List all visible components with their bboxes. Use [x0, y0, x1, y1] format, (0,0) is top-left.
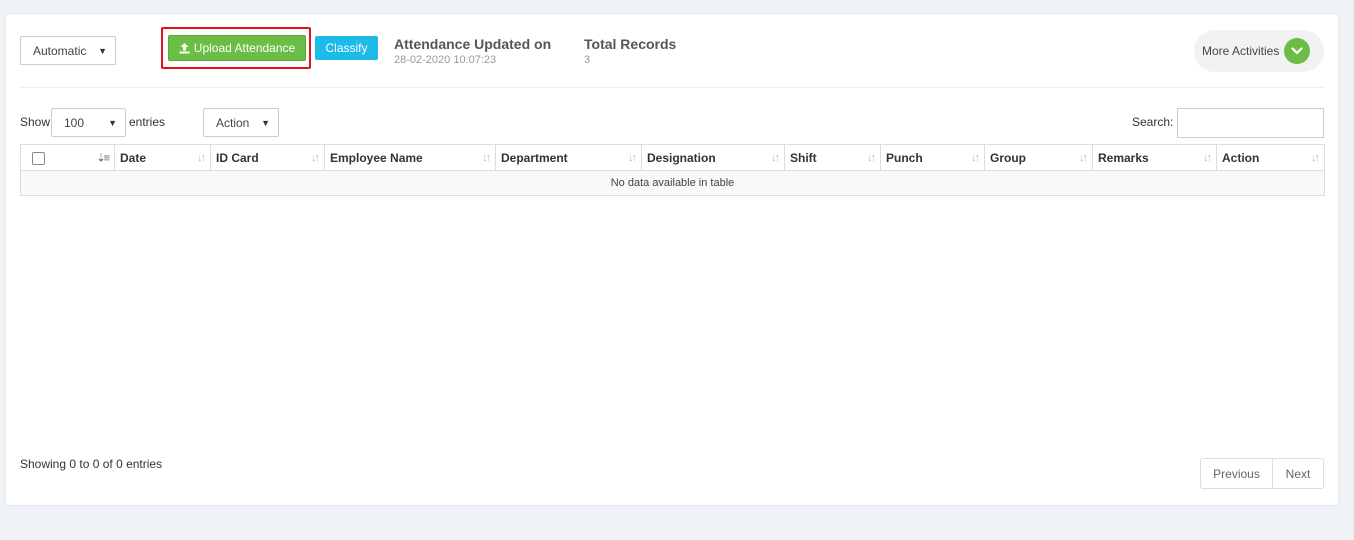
page-size-select[interactable]: 100 ▼ [51, 108, 126, 137]
select-all-header: ⇣≡ [20, 144, 115, 171]
sort-icon: ↓↑ [482, 151, 491, 164]
sort-icon: ↓↑ [1079, 151, 1088, 164]
show-label: Show [20, 115, 51, 129]
column-label: Designation [647, 150, 716, 165]
column-header-shift[interactable]: Shift ↓↑ [784, 144, 881, 171]
column-header-punch[interactable]: Punch ↓↑ [880, 144, 985, 171]
attendance-table: ⇣≡ Date ↓↑ ID Card ↓↑ Employee Name ↓↑ Depa… [20, 144, 1325, 196]
sort-icon: ↓↑ [628, 151, 637, 164]
column-label: Group [990, 150, 1026, 165]
column-label: Remarks [1098, 150, 1149, 165]
select-all-checkbox[interactable] [32, 151, 45, 165]
total-records-title: Total Records [584, 36, 677, 52]
sort-icon: ↓↑ [311, 151, 320, 164]
sort-icon: ↓↑ [971, 151, 980, 164]
search-label: Search: [1132, 115, 1174, 129]
column-header-id-card[interactable]: ID Card ↓↑ [210, 144, 325, 171]
mode-select-value: Automatic [33, 43, 87, 58]
previous-page-button[interactable]: Previous [1201, 459, 1273, 488]
bulk-action-value: Action [216, 115, 250, 130]
caret-down-icon: ▼ [98, 45, 107, 56]
upload-icon [179, 42, 190, 53]
column-header-department[interactable]: Department ↓↑ [495, 144, 642, 171]
sort-icon: ↓↑ [1311, 151, 1320, 164]
page-size-value: 100 [64, 115, 85, 130]
sort-icon[interactable]: ⇣≡ [96, 151, 110, 164]
next-page-button[interactable]: Next [1273, 459, 1323, 488]
classify-label: Classify [325, 41, 368, 55]
column-label: Punch [886, 150, 923, 165]
column-header-remarks[interactable]: Remarks ↓↑ [1092, 144, 1217, 171]
sort-icon: ↓↑ [1203, 151, 1212, 164]
column-header-designation[interactable]: Designation ↓↑ [641, 144, 785, 171]
upload-attendance-label: Upload Attendance [193, 41, 296, 55]
column-label: Employee Name [330, 150, 423, 165]
column-label: Action [1222, 150, 1260, 165]
total-records-value: 3 [584, 54, 591, 66]
column-header-group[interactable]: Group ↓↑ [984, 144, 1093, 171]
column-label: Date [120, 150, 147, 165]
attendance-updated-title: Attendance Updated on [394, 36, 552, 52]
table-info: Showing 0 to 0 of 0 entries [20, 457, 163, 471]
table-header-row: ⇣≡ Date ↓↑ ID Card ↓↑ Employee Name ↓↑ Depa… [20, 144, 1325, 171]
search-input[interactable] [1177, 108, 1324, 138]
pagination: Previous Next [1200, 458, 1324, 489]
sort-icon: ↓↑ [197, 151, 206, 164]
column-header-date[interactable]: Date ↓↑ [114, 144, 211, 171]
mode-select[interactable]: Automatic ▼ [20, 36, 116, 65]
sort-icon: ↓↑ [867, 151, 876, 164]
column-label: ID Card [216, 150, 259, 165]
caret-down-icon: ▼ [108, 117, 117, 128]
classify-button[interactable]: Classify [315, 36, 378, 60]
more-activities-label: More Activities [1202, 44, 1280, 58]
upload-attendance-button[interactable]: Upload Attendance [168, 35, 306, 61]
column-label: Shift [790, 150, 817, 165]
column-header-action[interactable]: Action ↓↑ [1216, 144, 1325, 171]
chevron-down-icon [1284, 38, 1310, 64]
bulk-action-select[interactable]: Action ▼ [203, 108, 279, 137]
header-divider [20, 87, 1324, 88]
more-activities-button[interactable]: More Activities [1194, 30, 1324, 72]
column-label: Department [501, 150, 568, 165]
sort-icon: ↓↑ [771, 151, 780, 164]
empty-table-message: No data available in table [20, 170, 1325, 196]
attendance-updated-value: 28-02-2020 10:07:23 [394, 54, 497, 66]
table-row: No data available in table [20, 170, 1325, 196]
column-header-employee-name[interactable]: Employee Name ↓↑ [324, 144, 496, 171]
caret-down-icon: ▼ [261, 117, 270, 128]
entries-label: entries [129, 115, 166, 129]
